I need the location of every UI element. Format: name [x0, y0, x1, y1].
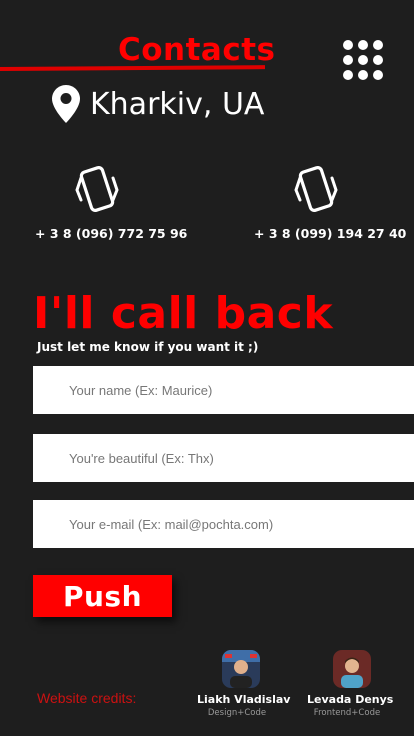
- credit-role: Design+Code: [207, 708, 267, 718]
- page-title: Contacts: [118, 32, 276, 68]
- grid-menu-icon[interactable]: [343, 40, 383, 80]
- compliment-field[interactable]: [33, 434, 414, 482]
- avatar[interactable]: [222, 650, 260, 688]
- vibrating-phone-icon[interactable]: [294, 166, 338, 214]
- vibrating-phone-icon[interactable]: [75, 166, 119, 214]
- push-button[interactable]: Push: [33, 575, 172, 617]
- email-field[interactable]: [33, 500, 414, 548]
- name-field[interactable]: [33, 366, 414, 414]
- credit-name: Levada Denys: [307, 693, 394, 706]
- avatar[interactable]: [333, 650, 371, 688]
- credit-name: Liakh Vladislav: [197, 693, 291, 706]
- credit-role: Frontend+Code: [313, 708, 381, 718]
- phone-number-2[interactable]: + 3 8 (099) 194 27 40: [254, 226, 406, 241]
- callback-heading: I'll call back: [33, 288, 334, 339]
- callback-subheading: Just let me know if you want it ;): [37, 340, 259, 354]
- city-label: Kharkiv, UA: [90, 86, 265, 122]
- phone-number-1[interactable]: + 3 8 (096) 772 75 96: [35, 226, 187, 241]
- title-underline: [0, 65, 266, 71]
- map-pin-icon: [52, 85, 80, 123]
- location: Kharkiv, UA: [52, 84, 264, 124]
- credits-label: Website credits:: [37, 690, 137, 706]
